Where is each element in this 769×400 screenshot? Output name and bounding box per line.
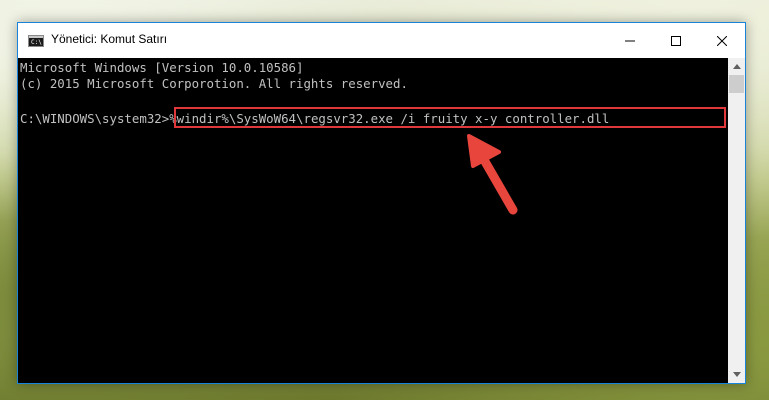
red-arrow-icon xyxy=(467,134,518,215)
close-icon xyxy=(717,35,727,46)
vertical-scrollbar[interactable] xyxy=(728,58,745,383)
cmd-app-icon[interactable]: C:\ xyxy=(28,35,44,47)
scroll-down-icon xyxy=(732,372,741,377)
scroll-up-icon xyxy=(732,64,741,69)
maximize-icon xyxy=(671,35,681,46)
command-prompt-window: C:\ Yönetici: Komut Satırı Microsoft Win… xyxy=(17,22,746,384)
close-button[interactable] xyxy=(699,23,745,58)
scroll-down-button[interactable] xyxy=(728,366,745,383)
scroll-thumb[interactable] xyxy=(729,75,744,93)
console-area[interactable]: Microsoft Windows [Version 10.0.10586] (… xyxy=(18,58,728,383)
console-prompt: C:\WINDOWS\system32> xyxy=(20,111,170,126)
app-icon-label: C:\ xyxy=(31,39,42,46)
console-line-version: Microsoft Windows [Version 10.0.10586] xyxy=(20,60,304,75)
command-highlight-box xyxy=(174,107,726,128)
scroll-up-button[interactable] xyxy=(728,58,745,75)
maximize-button[interactable] xyxy=(653,23,699,58)
window-title: Yönetici: Komut Satırı xyxy=(51,32,168,46)
minimize-button[interactable] xyxy=(607,23,653,58)
console-line-copyright: (c) 2015 Microsoft Corporotion. All righ… xyxy=(20,76,408,91)
minimize-icon xyxy=(625,40,635,41)
title-bar[interactable]: C:\ Yönetici: Komut Satırı xyxy=(18,23,745,58)
